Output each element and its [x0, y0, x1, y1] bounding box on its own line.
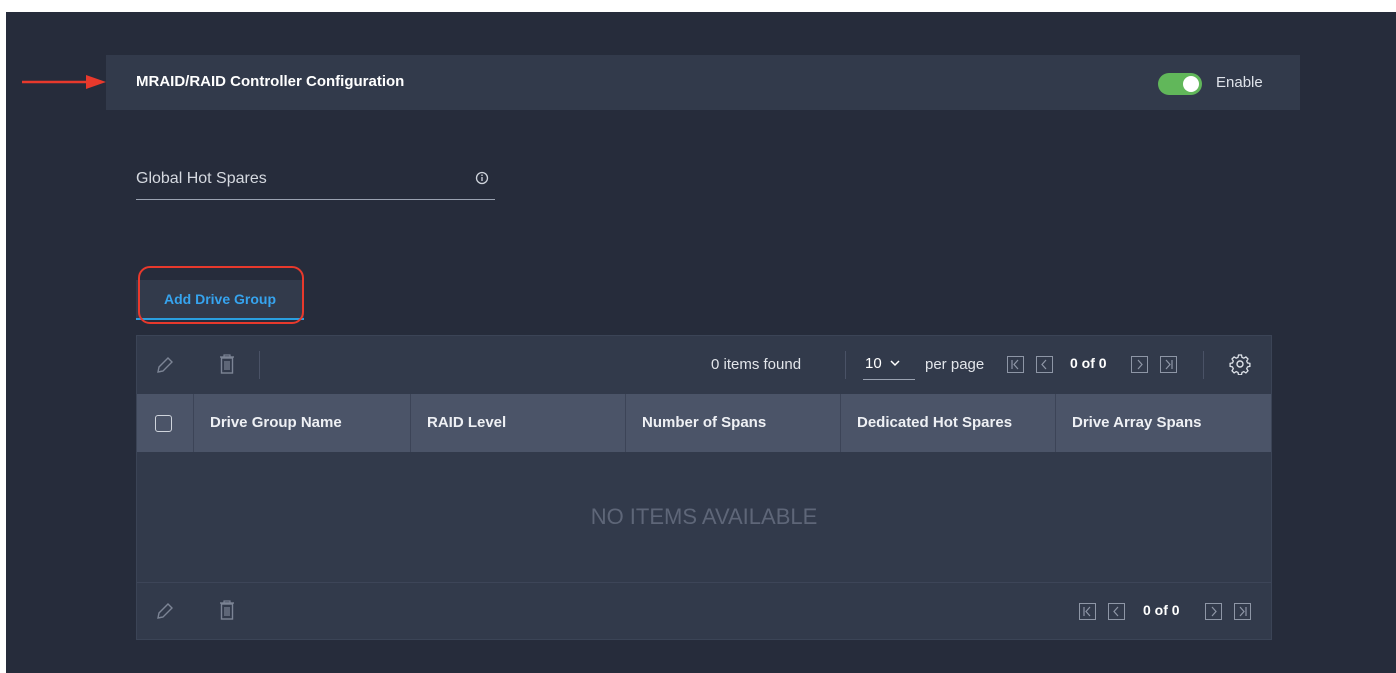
global-hot-spares-field[interactable]: Global Hot Spares — [136, 160, 495, 200]
gear-icon[interactable] — [1229, 353, 1251, 375]
pencil-icon[interactable] — [155, 355, 175, 375]
first-page-icon — [1083, 606, 1091, 617]
table-toolbar: 0 items found 10 per page 0 of 0 — [137, 336, 1271, 394]
chevron-left-icon — [1041, 359, 1047, 370]
pencil-icon[interactable] — [155, 601, 175, 621]
per-page-label: per page — [925, 356, 985, 373]
previous-page-button[interactable] — [1036, 356, 1053, 373]
trash-icon[interactable] — [219, 354, 235, 374]
section-header: MRAID/RAID Controller Configuration Enab… — [106, 55, 1300, 110]
per-page-value: 10 — [865, 355, 882, 372]
toolbar-divider — [1203, 351, 1204, 379]
last-page-icon — [1239, 606, 1247, 617]
select-all-cell — [137, 394, 194, 452]
select-all-checkbox[interactable] — [155, 415, 172, 432]
drive-group-table: 0 items found 10 per page 0 of 0 Drive G… — [136, 335, 1272, 640]
empty-state-message: NO ITEMS AVAILABLE — [590, 504, 818, 529]
table-body: NO ITEMS AVAILABLE — [137, 452, 1271, 582]
column-header-drive-array-spans[interactable]: Drive Array Spans — [1056, 394, 1271, 452]
chevron-down-icon — [890, 360, 900, 367]
column-header-number-of-spans[interactable]: Number of Spans — [626, 394, 841, 452]
annotation-highlight — [138, 266, 304, 324]
last-page-icon — [1165, 359, 1173, 370]
chevron-right-icon — [1137, 359, 1143, 370]
previous-page-button[interactable] — [1108, 603, 1125, 620]
per-page-select[interactable]: 10 — [863, 350, 915, 380]
trash-icon[interactable] — [219, 600, 235, 620]
info-circle-icon[interactable] — [475, 171, 489, 185]
column-header-drive-group-name[interactable]: Drive Group Name — [194, 394, 411, 452]
last-page-button[interactable] — [1160, 356, 1177, 373]
chevron-right-icon — [1211, 606, 1217, 617]
table-footer: 0 of 0 — [137, 582, 1271, 640]
chevron-left-icon — [1113, 606, 1119, 617]
first-page-button[interactable] — [1007, 356, 1024, 373]
toggle-knob — [1183, 76, 1199, 92]
page-status: 0 of 0 — [1070, 355, 1107, 371]
global-hot-spares-label: Global Hot Spares — [136, 170, 267, 187]
items-found-count: 0 items found — [711, 356, 802, 373]
first-page-button[interactable] — [1079, 603, 1096, 620]
column-header-raid-level[interactable]: RAID Level — [411, 394, 626, 452]
last-page-button[interactable] — [1234, 603, 1251, 620]
section-title: MRAID/RAID Controller Configuration — [136, 73, 405, 90]
enable-label: Enable — [1216, 74, 1263, 91]
column-header-dedicated-hot-spares[interactable]: Dedicated Hot Spares — [841, 394, 1056, 452]
page-status: 0 of 0 — [1143, 602, 1180, 618]
first-page-icon — [1011, 359, 1019, 370]
next-page-button[interactable] — [1131, 356, 1148, 373]
annotation-arrow — [22, 75, 106, 89]
toolbar-divider — [259, 351, 260, 379]
enable-toggle[interactable] — [1158, 73, 1202, 95]
table-header: Drive Group Name RAID Level Number of Sp… — [137, 394, 1271, 452]
next-page-button[interactable] — [1205, 603, 1222, 620]
toolbar-divider — [845, 351, 846, 379]
